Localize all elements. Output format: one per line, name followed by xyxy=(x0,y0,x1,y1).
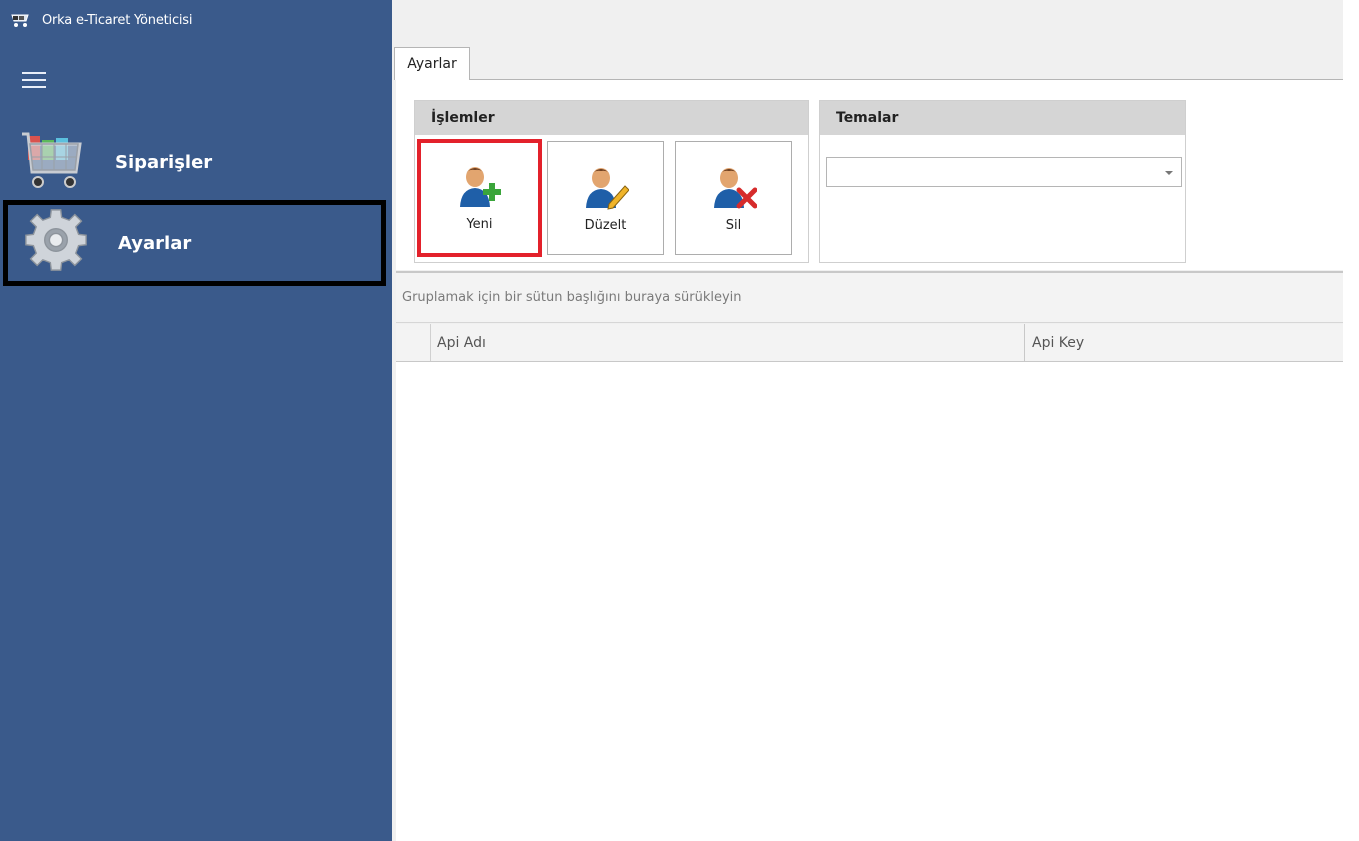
app-logo-icon xyxy=(11,14,29,27)
grid-body[interactable] xyxy=(396,362,1343,841)
sidebar-item-siparisler[interactable]: Siparişler xyxy=(0,122,392,202)
button-label: Sil xyxy=(725,218,742,233)
grid-header: Api Adı Api Key xyxy=(396,324,1343,362)
app-title: Orka e-Ticaret Yöneticisi xyxy=(42,12,193,28)
edit-button[interactable]: Düzelt xyxy=(547,141,664,255)
group-title: Temalar xyxy=(820,101,1185,135)
group-by-panel[interactable]: Gruplamak için bir sütun başlığını buray… xyxy=(396,273,1343,323)
column-header-api-adi[interactable]: Api Adı xyxy=(431,324,1025,361)
row-indicator-header xyxy=(396,324,431,361)
group-by-hint: Gruplamak için bir sütun başlığını buray… xyxy=(402,290,742,305)
chevron-down-icon[interactable] xyxy=(1165,171,1173,175)
group-title: İşlemler xyxy=(415,101,808,135)
sidebar-item-label: Ayarlar xyxy=(118,232,192,254)
sidebar-item-ayarlar[interactable]: Ayarlar xyxy=(3,200,386,286)
button-label: Düzelt xyxy=(584,218,627,233)
button-label: Yeni xyxy=(466,217,493,232)
sidebar-item-label: Siparişler xyxy=(115,151,213,173)
user-add-icon xyxy=(459,167,501,207)
user-delete-icon xyxy=(713,168,757,209)
user-edit-icon xyxy=(585,168,629,210)
column-label: Api Key xyxy=(1032,334,1085,351)
delete-button[interactable]: Sil xyxy=(675,141,792,255)
tab-ayarlar[interactable]: Ayarlar xyxy=(394,47,470,80)
theme-select[interactable] xyxy=(826,157,1182,187)
hamburger-menu-icon[interactable] xyxy=(22,72,46,90)
app-title-bar: Orka e-Ticaret Yöneticisi xyxy=(10,8,192,32)
tab-label: Ayarlar xyxy=(407,56,457,72)
shopping-cart-icon xyxy=(22,132,82,188)
gear-icon xyxy=(25,209,87,271)
sidebar: Orka e-Ticaret Yöneticisi Siparişler Aya… xyxy=(0,0,392,841)
new-button[interactable]: Yeni xyxy=(417,139,542,257)
window-edge xyxy=(1343,0,1359,841)
column-header-api-key[interactable]: Api Key xyxy=(1026,324,1343,361)
column-label: Api Adı xyxy=(437,334,486,351)
